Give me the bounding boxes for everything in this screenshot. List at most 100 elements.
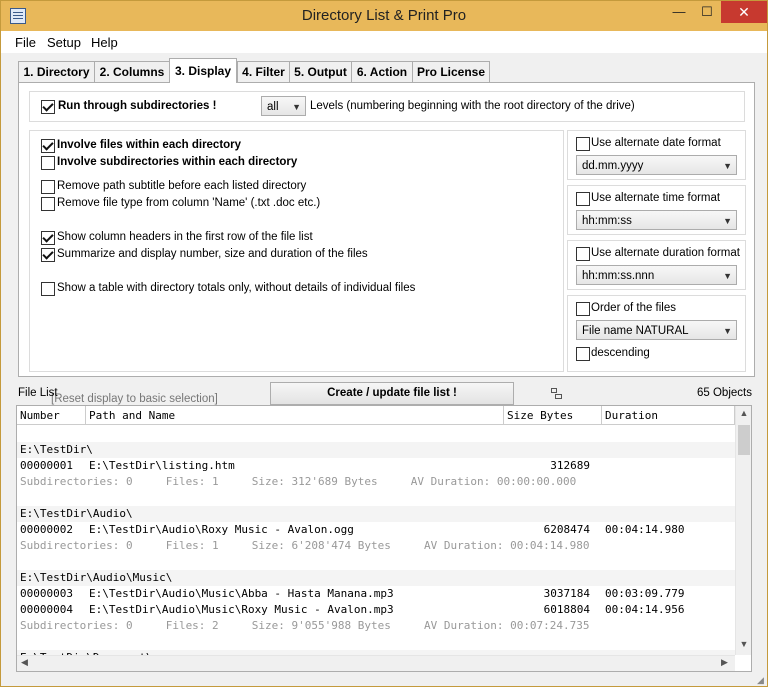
alternate-date-label: Use alternate date format [591, 137, 721, 149]
levels-value: all [267, 101, 279, 113]
levels-label: Levels (numbering beginning with the roo… [310, 100, 635, 112]
time-format-select[interactable]: hh:mm:ss ▼ [576, 210, 737, 230]
date-format-group: Use alternate date format dd.mm.yyyy ▼ [567, 130, 746, 180]
scroll-up-icon[interactable]: ▲ [736, 408, 751, 418]
menu-bar: File Setup Help [1, 31, 767, 53]
close-button[interactable]: ✕ [721, 1, 767, 23]
table-row[interactable]: 00000002 E:\TestDir\Audio\Roxy Music - Av… [17, 522, 735, 538]
order-files-label: Order of the files [591, 302, 677, 314]
summary-text: Subdirectories: 0 Files: 1 Size: 6'208'4… [20, 539, 590, 552]
create-file-list-button[interactable]: Create / update file list ! [270, 382, 514, 405]
involve-subdirectories-checkbox[interactable] [41, 156, 55, 170]
file-path: E:\TestDir\Audio\Roxy Music - Avalon.ogg [89, 523, 354, 536]
remove-path-subtitle-label: Remove path subtitle before each listed … [57, 180, 307, 192]
file-order-group: Order of the files File name NATURAL ▼ de… [567, 295, 746, 372]
involve-subdirectories-label: Involve subdirectories within each direc… [57, 156, 298, 168]
title-bar[interactable]: Directory List & Print Pro — ☐ ✕ [1, 1, 767, 31]
alternate-date-checkbox[interactable] [576, 137, 590, 151]
levels-select[interactable]: all ▼ [261, 96, 306, 116]
scroll-right-icon[interactable]: ▶ [721, 657, 728, 668]
summary-row: Subdirectories: 0 Files: 1 Size: 6'208'4… [17, 538, 735, 554]
menu-setup[interactable]: Setup [47, 35, 81, 50]
file-size: 3037184 [543, 587, 590, 600]
involve-files-label: Involve files within each directory [57, 139, 242, 151]
file-number: 00000001 [20, 459, 73, 472]
file-path: E:\TestDir\listing.htm [89, 459, 235, 472]
column-header-size[interactable]: Size Bytes [504, 406, 602, 425]
summarize-label: Summarize and display number, size and d… [57, 248, 368, 260]
blank-row [17, 426, 735, 442]
summary-row: Subdirectories: 0 Files: 2 Size: 9'055'9… [17, 618, 735, 634]
menu-file[interactable]: File [15, 35, 36, 50]
file-duration: 00:04:14.980 [605, 523, 685, 536]
column-header-duration[interactable]: Duration [602, 406, 735, 425]
involve-files-checkbox[interactable] [41, 139, 55, 153]
file-number: 00000002 [20, 523, 73, 536]
tab-filter[interactable]: 4. Filter [237, 61, 290, 82]
window-title: Directory List & Print Pro [301, 7, 467, 24]
resize-grip-icon[interactable]: ◢ [757, 675, 767, 685]
remove-path-subtitle-checkbox[interactable] [41, 180, 55, 194]
column-header-path[interactable]: Path and Name [86, 406, 504, 425]
file-list-label: File List [18, 387, 58, 399]
order-files-checkbox[interactable] [576, 302, 590, 316]
display-options-group: Involve files within each directory Invo… [29, 130, 564, 405]
directory-row: E:\TestDir\Audio\ [17, 506, 735, 522]
reset-display-link[interactable]: [Reset display to basic selection] [51, 393, 218, 405]
table-row[interactable]: 00000001 E:\TestDir\listing.htm 312689 [17, 458, 735, 474]
chevron-down-icon: ▼ [723, 271, 732, 281]
tab-output[interactable]: 5. Output [289, 61, 352, 82]
file-size: 6018804 [543, 603, 590, 616]
objects-count: 65 Objects [697, 387, 752, 399]
file-duration: 00:04:14.956 [605, 603, 685, 616]
time-format-group: Use alternate time format hh:mm:ss ▼ [567, 185, 746, 235]
remove-file-type-checkbox[interactable] [41, 197, 55, 211]
tab-display[interactable]: 3. Display [169, 58, 237, 83]
tree-view-icon[interactable] [550, 387, 562, 399]
file-size: 312689 [550, 459, 590, 472]
menu-help[interactable]: Help [91, 35, 118, 50]
directory-path: E:\TestDir\Audio\ [20, 507, 133, 520]
maximize-button[interactable]: ☐ [693, 1, 721, 23]
duration-format-value: hh:mm:ss.nnn [582, 270, 655, 282]
vertical-scrollbar[interactable]: ▲ ▼ [735, 406, 751, 655]
date-format-value: dd.mm.yyyy [582, 160, 644, 172]
scroll-thumb[interactable] [738, 425, 750, 455]
alternate-time-checkbox[interactable] [576, 192, 590, 206]
directory-totals-checkbox[interactable] [41, 282, 55, 296]
tab-pro-license[interactable]: Pro License [412, 61, 490, 82]
minimize-button[interactable]: — [665, 1, 693, 23]
scroll-down-icon[interactable]: ▼ [736, 639, 751, 649]
summary-text: Subdirectories: 0 Files: 1 Size: 312'689… [20, 475, 577, 488]
file-order-select[interactable]: File name NATURAL ▼ [576, 320, 737, 340]
remove-file-type-label: Remove file type from column 'Name' (.tx… [57, 197, 321, 209]
app-window: Directory List & Print Pro — ☐ ✕ File Se… [0, 0, 768, 687]
chevron-down-icon: ▼ [723, 326, 732, 336]
column-header-number[interactable]: Number [17, 406, 86, 425]
alternate-duration-checkbox[interactable] [576, 247, 590, 261]
date-format-select[interactable]: dd.mm.yyyy ▼ [576, 155, 737, 175]
table-row[interactable]: 00000004 E:\TestDir\Audio\Music\Roxy Musi… [17, 602, 735, 618]
show-column-headers-checkbox[interactable] [41, 231, 55, 245]
tab-columns[interactable]: 2. Columns [94, 61, 170, 82]
summarize-checkbox[interactable] [41, 248, 55, 262]
scroll-left-icon[interactable]: ◀ [21, 657, 28, 668]
tab-action[interactable]: 6. Action [351, 61, 413, 82]
directory-path: E:\TestDir\Audio\Music\ [20, 571, 173, 584]
run-subdirectories-checkbox[interactable] [41, 100, 55, 114]
horizontal-scrollbar[interactable]: ◀ ▶ [17, 655, 735, 671]
directory-path: E:\TestDir\ [20, 443, 93, 456]
blank-row [17, 634, 735, 650]
alternate-duration-label: Use alternate duration format [591, 247, 740, 259]
file-duration: 00:03:09.779 [605, 587, 685, 600]
subdirectories-group: Run through subdirectories ! all ▼ Levels… [29, 91, 745, 122]
chevron-down-icon: ▼ [723, 216, 732, 226]
duration-format-select[interactable]: hh:mm:ss.nnn ▼ [576, 265, 737, 285]
descending-checkbox[interactable] [576, 347, 590, 361]
tab-directory[interactable]: 1. Directory [18, 61, 95, 82]
file-list-view[interactable]: Number Path and Name Size Bytes Duration… [16, 405, 752, 672]
blank-row [17, 490, 735, 506]
table-row[interactable]: 00000003 E:\TestDir\Audio\Music\Abba - Ha… [17, 586, 735, 602]
directory-row: E:\TestDir\ [17, 442, 735, 458]
descending-label: descending [591, 347, 650, 359]
